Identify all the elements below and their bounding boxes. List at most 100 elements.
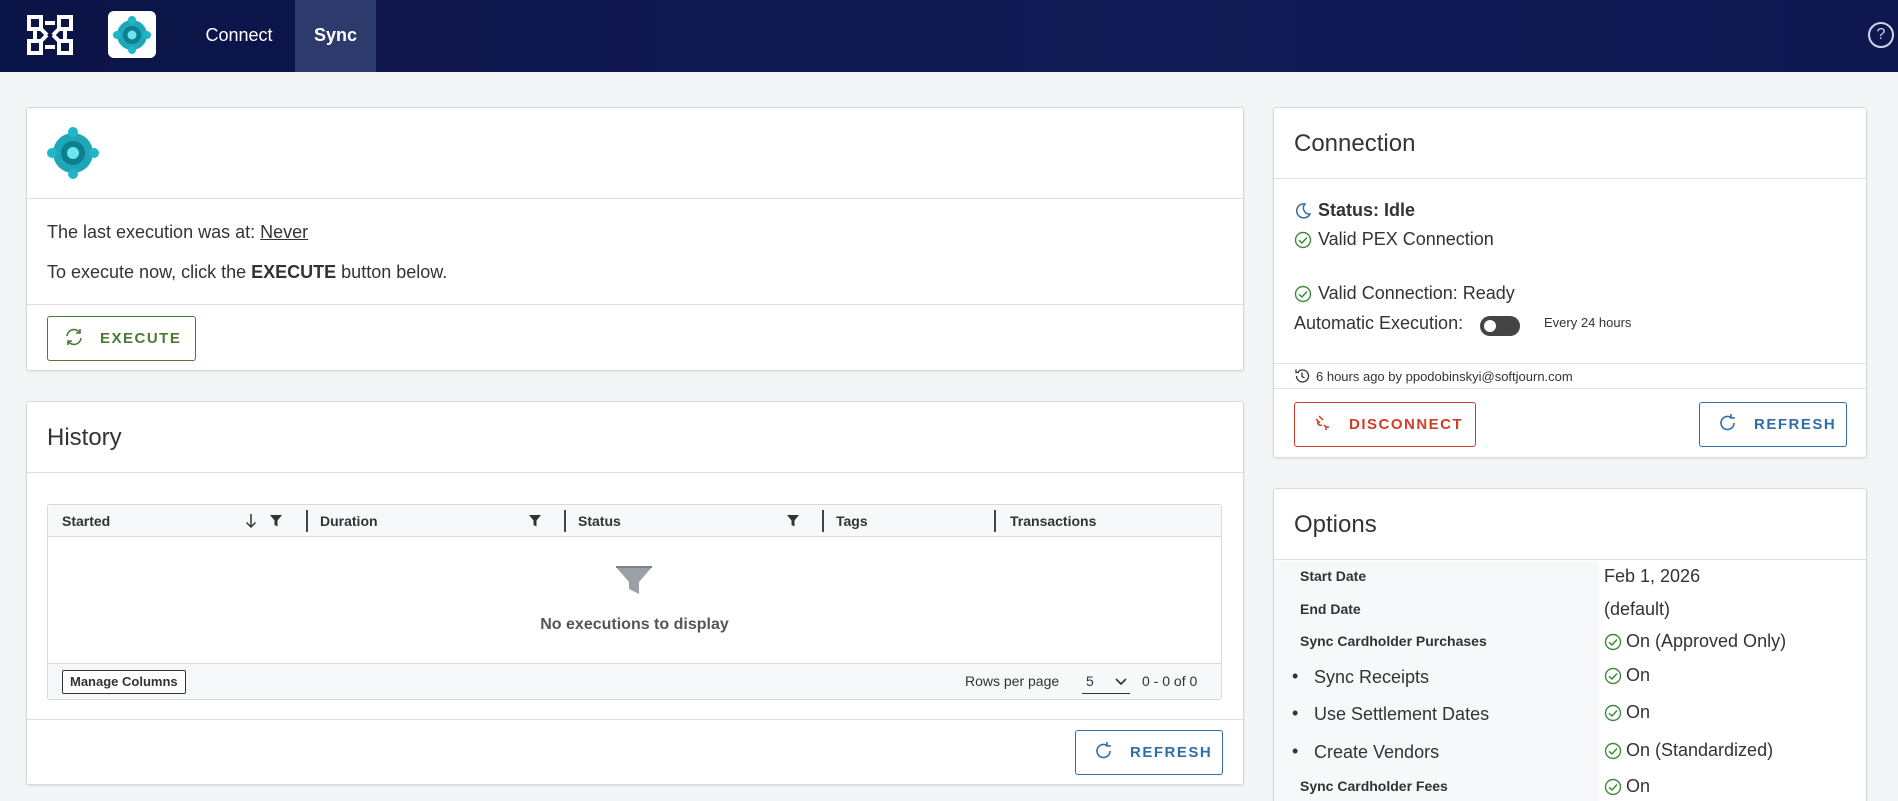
column-header-tags[interactable]: Tags	[822, 505, 994, 537]
option-key-sync-purchases: Sync Cardholder Purchases	[1300, 633, 1487, 649]
option-key-sync-receipts: Sync Receipts	[1292, 666, 1429, 688]
connection-status: Status: Idle	[1294, 200, 1415, 221]
disconnect-label: DISCONNECT	[1349, 416, 1464, 433]
column-label: Transactions	[1010, 513, 1097, 529]
history-refresh-button[interactable]: REFRESH	[1075, 730, 1223, 775]
top-nav-bar: Connect Sync ?	[0, 0, 1898, 72]
history-title: History	[47, 424, 122, 451]
option-key-create-vendors: Create Vendors	[1292, 741, 1439, 763]
business-central-logo-icon	[47, 127, 99, 179]
option-value-text: (default)	[1604, 599, 1671, 619]
option-key-start-date: Start Date	[1300, 568, 1367, 584]
refresh-label: REFRESH	[1754, 416, 1837, 433]
option-value-text: Feb 1, 2026	[1604, 566, 1701, 586]
option-value-sync-fees: On	[1604, 776, 1650, 797]
divider	[1274, 559, 1866, 560]
check-circle-icon	[1294, 285, 1312, 302]
filter-icon[interactable]	[270, 514, 282, 528]
connection-card: Connection Status: Idle Valid PEX Connec…	[1273, 107, 1867, 458]
option-value-settlement-dates: On	[1604, 702, 1650, 723]
check-circle-icon	[1604, 742, 1622, 759]
instructions-bold: EXECUTE	[251, 262, 337, 282]
option-key-end-date: End Date	[1300, 601, 1361, 617]
option-value-text: On	[1626, 702, 1651, 722]
execute-label: EXECUTE	[100, 330, 182, 347]
filter-icon[interactable]	[529, 514, 541, 528]
execution-interval-text: Every 24 hours	[1544, 315, 1632, 330]
check-circle-icon	[1294, 231, 1312, 248]
divider	[27, 304, 1243, 305]
option-key-sync-fees: Sync Cardholder Fees	[1300, 778, 1448, 794]
column-header-duration[interactable]: Duration	[306, 505, 564, 537]
manage-columns-button[interactable]: Manage Columns	[62, 670, 186, 694]
last-execution-text: The last execution was at: Never	[47, 222, 308, 243]
column-label: Status	[578, 513, 621, 529]
business-central-logo-icon[interactable]	[108, 11, 156, 58]
last-execution-value[interactable]: Never	[260, 222, 308, 242]
column-label: Tags	[836, 513, 868, 529]
instructions-prefix: To execute now, click the	[47, 262, 247, 282]
option-value-start-date: Feb 1, 2026	[1604, 566, 1700, 587]
option-value-end-date: (default)	[1604, 599, 1670, 620]
options-title: Options	[1294, 511, 1377, 538]
refresh-icon	[1718, 413, 1738, 437]
execution-card: The last execution was at: Never To exec…	[26, 107, 1244, 371]
check-circle-icon	[1604, 704, 1622, 721]
filter-empty-icon	[616, 566, 652, 594]
grid-header: Started Duration Status Tags Transaction…	[48, 505, 1221, 537]
divider	[27, 198, 1243, 199]
option-value-text: On (Standardized)	[1626, 740, 1774, 760]
unplug-icon	[1313, 413, 1333, 437]
column-label: Duration	[320, 513, 378, 529]
rows-per-page-select[interactable]: 5	[1082, 670, 1130, 694]
disconnect-button[interactable]: DISCONNECT	[1294, 402, 1476, 447]
pex-connection-status: Valid PEX Connection	[1294, 229, 1494, 250]
auto-execution-label: Automatic Execution:	[1294, 313, 1463, 334]
connection-refresh-button[interactable]: REFRESH	[1699, 402, 1847, 447]
filter-icon[interactable]	[787, 514, 799, 528]
refresh-label: REFRESH	[1130, 744, 1213, 761]
divider	[27, 719, 1243, 720]
execute-instructions: To execute now, click the EXECUTE button…	[47, 262, 447, 283]
pagination-range: 0 - 0 of 0	[1142, 673, 1198, 689]
grid-footer: Manage Columns Rows per page 5 0 - 0 of …	[48, 663, 1221, 699]
moon-icon	[1295, 202, 1312, 219]
option-value-sync-purchases: On (Approved Only)	[1604, 631, 1786, 652]
status-text: Status: Idle	[1318, 200, 1416, 220]
check-circle-icon	[1604, 667, 1622, 684]
auto-execution-text: Automatic Execution:	[1294, 313, 1464, 333]
instructions-suffix: button below.	[341, 262, 448, 282]
column-header-started[interactable]: Started	[48, 505, 306, 537]
check-circle-icon	[1604, 778, 1622, 795]
help-icon[interactable]: ?	[1868, 22, 1894, 48]
divider	[1274, 363, 1866, 364]
valid-connection-text: Valid Connection: Ready	[1318, 283, 1515, 303]
valid-connection-status: Valid Connection: Ready	[1294, 283, 1515, 304]
history-card: History Started Duration Status Tags Tra…	[26, 401, 1244, 785]
check-circle-icon	[1604, 633, 1622, 650]
tab-connect[interactable]: Connect	[196, 0, 282, 72]
column-header-transactions[interactable]: Transactions	[996, 505, 1222, 537]
last-execution-label: The last execution was at:	[47, 222, 256, 242]
rows-per-page-label: Rows per page	[965, 673, 1060, 689]
last-updated-info: 6 hours ago by ppodobinskyi@softjourn.co…	[1294, 368, 1573, 384]
sync-icon	[64, 327, 84, 351]
column-header-status[interactable]: Status	[564, 505, 822, 537]
valid-pex-text: Valid PEX Connection	[1318, 229, 1494, 249]
history-icon	[1295, 369, 1310, 383]
option-value-create-vendors: On (Standardized)	[1604, 740, 1773, 761]
divider	[1274, 178, 1866, 179]
option-value-sync-receipts: On	[1604, 665, 1650, 686]
chevron-down-icon	[1115, 678, 1127, 686]
column-label: Started	[62, 513, 111, 529]
execute-button[interactable]: EXECUTE	[47, 316, 196, 361]
option-key-settlement-dates: Use Settlement Dates	[1292, 703, 1489, 725]
app-launcher-grid-icon[interactable]	[25, 13, 75, 57]
auto-execution-toggle[interactable]	[1480, 316, 1520, 336]
option-value-text: On	[1626, 665, 1651, 685]
sort-down-icon[interactable]	[245, 513, 257, 529]
empty-state-text: No executions to display	[540, 616, 729, 633]
option-value-text: On	[1626, 776, 1651, 796]
history-grid: Started Duration Status Tags Transaction…	[47, 504, 1222, 700]
tab-sync[interactable]: Sync	[295, 0, 376, 72]
